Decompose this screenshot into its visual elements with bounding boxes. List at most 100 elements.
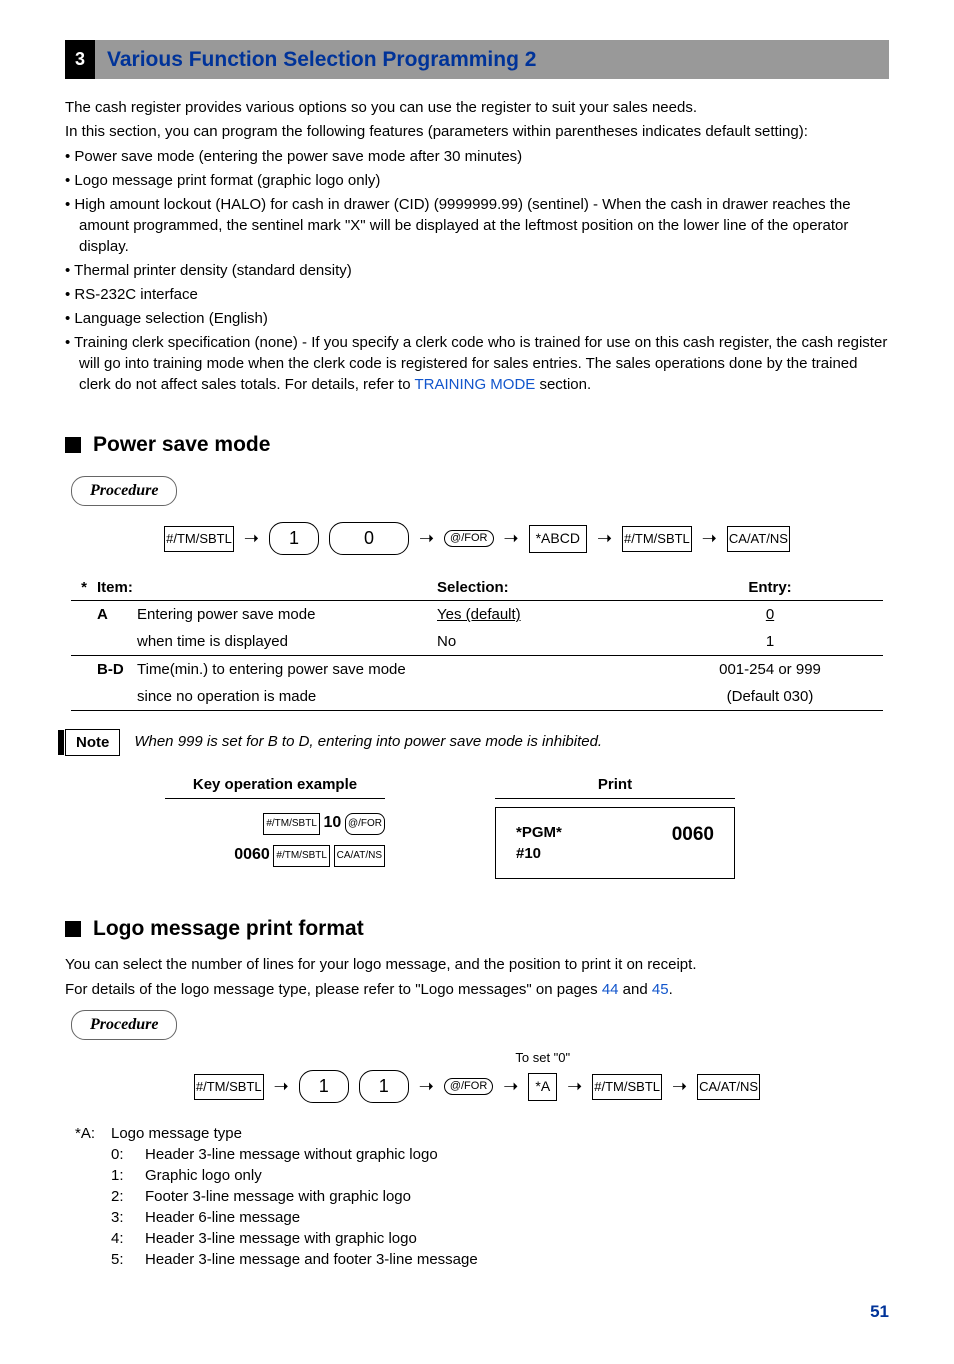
arrow-icon: ➝ [419,1074,434,1099]
procedure-pill: Procedure [71,1010,177,1040]
bullet-item: High amount lockout (HALO) for cash in d… [65,194,889,257]
bullet-item: RS-232C interface [65,284,889,305]
note-box: Note [65,729,120,756]
page-44-link[interactable]: 44 [602,981,619,998]
list-header: *A: Logo message type [75,1123,889,1144]
table-row: since no operation is made (Default 030) [71,683,883,711]
arrow-icon: ➝ [419,526,434,551]
example-row: Key operation example #/TM/SBTL 10 @/FOR… [165,774,789,879]
list-num: 1: [111,1165,145,1186]
row-entry: (Default 030) [657,686,883,707]
heading-square-icon [65,437,81,453]
note-row: Note When 999 is set for B to D, enterin… [65,729,889,756]
list-text: Graphic logo only [145,1165,262,1186]
list-item: 5:Header 3-line message and footer 3-lin… [75,1249,889,1270]
arrow-icon: ➝ [672,1074,687,1099]
arrow-icon: ➝ [503,1074,518,1099]
list-item: 1:Graphic logo only [75,1165,889,1186]
digit-0-key: 0 [329,522,409,555]
list-item: 0:Header 3-line message without graphic … [75,1144,889,1165]
abcd-key: *ABCD [529,525,587,553]
arrow-icon: ➝ [567,1074,582,1099]
arrow-icon: ➝ [597,526,612,551]
row-selection: Yes (default) [437,604,657,625]
bullet-item: Logo message print format (graphic logo … [65,170,889,191]
tm-sbtl-key: #/TM/SBTL [622,526,692,552]
row-desc: Entering power save mode [137,604,437,625]
print-example: Print *PGM* #10 0060 [495,774,735,879]
col-star: * [71,577,97,598]
table-row: when time is displayed No 1 [71,628,883,656]
bullet-item-training: Training clerk specification (none) - If… [65,332,889,395]
row-selection [437,686,657,707]
tm-sbtl-key: #/TM/SBTL [273,845,330,867]
intro-block: The cash register provides various optio… [65,97,889,395]
list-num: 5: [111,1249,145,1270]
list-header-b: Logo message type [111,1123,242,1144]
table-row: B-D Time(min.) to entering power save mo… [71,656,883,683]
table-header: * Item: Selection: Entry: [71,575,883,601]
col-item-header: Item: [97,577,137,598]
logo-p2a: For details of the logo message type, pl… [65,981,602,998]
row-item [97,631,137,652]
print-left: *PGM* #10 [516,822,562,864]
intro-p2: In this section, you can program the fol… [65,121,889,142]
training-mode-link[interactable]: TRAINING MODE [414,376,535,393]
row-desc: since no operation is made [137,686,437,707]
power-save-heading: Power save mode [65,430,889,459]
row-entry: 0 [657,604,883,625]
table-row: A Entering power save mode Yes (default)… [71,601,883,628]
arrow-icon: ➝ [504,526,519,551]
page-number: 51 [65,1300,889,1324]
logo-heading: Logo message print format [65,914,889,943]
for-key: @/FOR [444,530,493,547]
col-desc-header [137,577,437,598]
for-key: @/FOR [444,1078,493,1095]
list-text: Header 3-line message and footer 3-line … [145,1249,478,1270]
example-num: 10 [324,814,342,831]
example-num: 0060 [234,846,270,863]
caatns-key: CA/AT/NS [727,526,790,552]
print-box: *PGM* #10 0060 [495,807,735,879]
bullet-item: Power save mode (entering the power save… [65,146,889,167]
row-item: B-D [97,659,137,680]
list-item: 2:Footer 3-line message with graphic log… [75,1186,889,1207]
row-entry: 1 [657,631,883,652]
list-item: 4:Header 3-line message with graphic log… [75,1228,889,1249]
row-desc: when time is displayed [137,631,437,652]
section-header: 3 Various Function Selection Programming… [65,40,889,79]
key-example-lines: #/TM/SBTL 10 @/FOR 0060 #/TM/SBTL CA/AT/… [165,807,385,871]
arrow-icon: ➝ [274,1074,289,1099]
digit-1-key: 1 [269,522,319,555]
row-entry: 001-254 or 999 [657,659,883,680]
list-num: 4: [111,1228,145,1249]
caatns-key: CA/AT/NS [334,845,385,867]
tm-sbtl-key: #/TM/SBTL [164,526,234,552]
bullet-item: Language selection (English) [65,308,889,329]
power-save-table: * Item: Selection: Entry: A Entering pow… [71,575,883,711]
note-text: When 999 is set for B to D, entering int… [134,729,889,752]
col-selection-header: Selection: [437,577,657,598]
bullet-item: Thermal printer density (standard densit… [65,260,889,281]
a-key-stack: To set "0" *A [528,1073,557,1101]
key-example-header: Key operation example [165,774,385,799]
logo-p1: You can select the number of lines for y… [65,954,889,975]
tm-sbtl-key: #/TM/SBTL [592,1074,662,1100]
logo-and: and [619,981,652,998]
page-45-link[interactable]: 45 [652,981,669,998]
key-operation-example: Key operation example #/TM/SBTL 10 @/FOR… [165,774,385,871]
digit-1-key: 1 [359,1070,409,1103]
intro-p1: The cash register provides various optio… [65,97,889,118]
row-selection: No [437,631,657,652]
arrow-icon: ➝ [702,526,717,551]
digit-1-key: 1 [299,1070,349,1103]
logo-key-flow: #/TM/SBTL ➝ 1 1 ➝ @/FOR ➝ To set "0" *A … [65,1070,889,1103]
row-item [97,686,137,707]
list-num: 3: [111,1207,145,1228]
procedure-pill: Procedure [71,476,177,506]
logo-type-list: *A: Logo message type 0:Header 3-line me… [75,1123,889,1270]
list-num: 0: [111,1144,145,1165]
tm-sbtl-key: #/TM/SBTL [263,813,320,835]
to-set-zero-label: To set "0" [515,1049,570,1067]
logo-p2: For details of the logo message type, pl… [65,979,889,1000]
